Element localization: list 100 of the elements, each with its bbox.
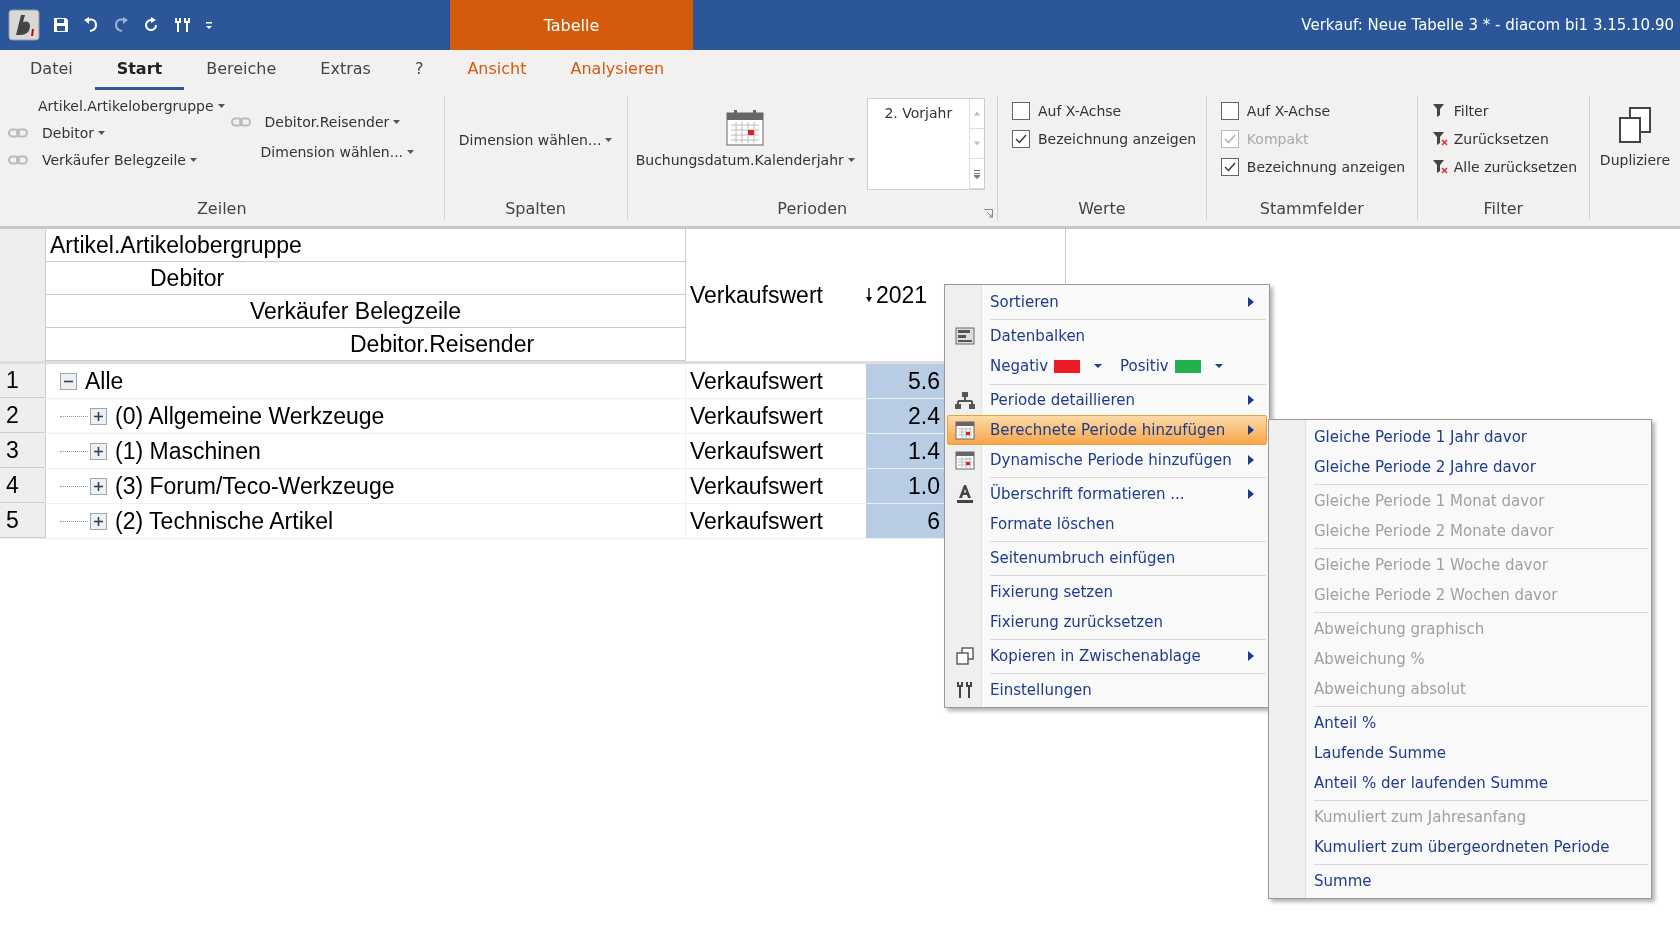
value-cell: 1.4 (866, 434, 944, 468)
menu-item[interactable]: Fixierung setzen (947, 577, 1267, 607)
caret-icon (605, 138, 613, 142)
group-label: Spalten (504, 199, 567, 220)
sort-arrow-icon[interactable] (866, 288, 872, 302)
row-number: 2 (0, 399, 46, 433)
link-icon (8, 155, 28, 165)
row-number: 5 (0, 504, 46, 538)
menu-item[interactable]: Einstellungen (947, 675, 1267, 705)
table-cell-text: Verkaufswert (689, 366, 824, 396)
submenu-arrow-icon (1248, 455, 1254, 465)
expand-toggle-icon[interactable] (60, 372, 77, 390)
checkbox[interactable]: Bezeichnung anzeigen (1011, 130, 1206, 148)
caret-icon (217, 104, 225, 108)
calendar-icon (955, 450, 975, 470)
checkbox[interactable]: Auf X-Achse (1011, 102, 1206, 120)
tree-row-label: (3) Forum/Teco-Werkzeuge (115, 472, 395, 500)
ribbon-tab[interactable]: Analysieren (548, 50, 687, 90)
expand-toggle-icon[interactable] (90, 512, 107, 530)
group-label: Zeilen (195, 199, 248, 220)
group-label: Filter (1482, 199, 1525, 220)
dimension-dropdown[interactable]: Dimension wählen... (230, 144, 415, 160)
filter-button[interactable]: Filter (1431, 102, 1589, 120)
table-cell-text: Verkaufswert (689, 471, 824, 501)
row-header-cell: Verkäufer Belegzeile (46, 295, 685, 328)
link-icon (230, 117, 251, 127)
submenu-arrow-icon (1248, 395, 1254, 405)
menu-item[interactable]: Periode detaillieren (947, 385, 1267, 415)
dimension-dropdown[interactable]: Dimension wählen... (458, 132, 613, 148)
table-cell-text: Verkaufswert (689, 436, 824, 466)
checkbox[interactable]: Bezeichnung anzeigen (1220, 158, 1417, 176)
copies-icon (1618, 106, 1652, 144)
checkmark-icon (1014, 134, 1027, 144)
table-cell-text: Verkaufswert (689, 506, 824, 536)
calendar-icon (955, 420, 975, 440)
caret-icon (407, 150, 415, 154)
ribbon-tab[interactable]: Ansicht (445, 50, 549, 90)
calendar-icon[interactable] (726, 110, 765, 146)
checkbox[interactable]: Auf X-Achse (1220, 102, 1417, 120)
menu-item[interactable]: Laufende Summe (1271, 738, 1649, 768)
tree-row-label: (1) Maschinen (115, 437, 261, 465)
menu-item[interactable]: Anteil % (1271, 708, 1649, 738)
filter-button[interactable]: Alle zurücksetzen (1431, 158, 1589, 176)
color-swatch[interactable] (1174, 359, 1201, 373)
tools-icon[interactable] (172, 16, 192, 34)
caret-icon (189, 158, 197, 162)
table-cell-text: Verkaufswert (689, 401, 824, 431)
tools-icon (955, 681, 975, 699)
data-bars-icon (955, 327, 975, 345)
row-number: 1 (0, 364, 46, 398)
group-label: Stammfelder (1258, 199, 1365, 220)
ribbon-tab[interactable]: Bereiche (184, 50, 299, 90)
color-swatch[interactable] (1054, 359, 1081, 373)
duplicate-button[interactable]: Dupliziere (1590, 96, 1680, 168)
dialog-launcher-icon[interactable] (983, 209, 993, 218)
menu-item[interactable]: Überschrift formatieren ... (947, 479, 1267, 509)
dimension-dropdown[interactable]: Verkäufer Belegzeile (8, 152, 197, 168)
group-label: Perioden (776, 199, 849, 220)
ribbon-tab[interactable]: Datei (8, 50, 95, 90)
positive-label: Positiv (1120, 357, 1169, 375)
group-label: Werte (1077, 199, 1127, 220)
text-format-icon (956, 484, 974, 504)
period-dropdown[interactable]: Buchungsdatum.Kalenderjahr (635, 152, 855, 168)
refresh-icon[interactable] (142, 16, 160, 34)
dropdown-caret-icon[interactable] (1214, 364, 1223, 368)
period-list[interactable]: 2. Vorjahr (866, 98, 985, 190)
menu-item[interactable]: Gleiche Periode 1 Jahr davor (1271, 422, 1649, 452)
dimension-dropdown[interactable]: Debitor.Reisender (230, 114, 401, 130)
value-cell: 6 (866, 504, 944, 538)
caret-icon (847, 158, 855, 162)
save-icon[interactable] (52, 16, 70, 34)
value-cell: 1.0 (866, 469, 944, 503)
dimension-dropdown[interactable]: Artikel.Artikelobergruppe (8, 98, 225, 114)
menu-item[interactable]: Summe (1271, 866, 1649, 896)
tree-row-label: (2) Technische Artikel (115, 507, 334, 535)
row-header-cell: Debitor.Reisender (46, 328, 685, 361)
ribbon-tab[interactable]: ? (392, 50, 446, 90)
menu-item[interactable]: Berechnete Periode hinzufügen (947, 415, 1267, 445)
checkmark-icon (1223, 162, 1236, 172)
row-header-cell: Artikel.Artikelobergruppe (46, 229, 685, 262)
dimension-dropdown[interactable]: Debitor (8, 125, 105, 141)
column-header-cell-text: Verkaufswert (689, 280, 824, 310)
dropdown-caret-icon[interactable] (1094, 364, 1103, 368)
expand-toggle-icon[interactable] (90, 442, 107, 460)
caret-icon (393, 120, 401, 124)
undo-icon[interactable] (82, 16, 100, 34)
copy-icon (956, 647, 974, 665)
expand-toggle-icon[interactable] (90, 477, 107, 495)
submenu-arrow-icon (1248, 297, 1254, 307)
filter-button[interactable]: Zurücksetzen (1431, 130, 1589, 148)
value-cell: 2.4 (866, 399, 944, 433)
app-logo-icon[interactable] (8, 9, 40, 41)
tree-row-label: Alle (85, 367, 124, 395)
expand-toggle-icon[interactable] (90, 407, 107, 425)
value-cell: 5.6 (866, 364, 944, 398)
row-header-cell: Debitor (46, 262, 685, 295)
link-icon (8, 128, 28, 138)
ribbon-tab[interactable]: Extras (298, 50, 393, 90)
row-number: 3 (0, 434, 46, 468)
redo-icon[interactable] (112, 16, 130, 34)
